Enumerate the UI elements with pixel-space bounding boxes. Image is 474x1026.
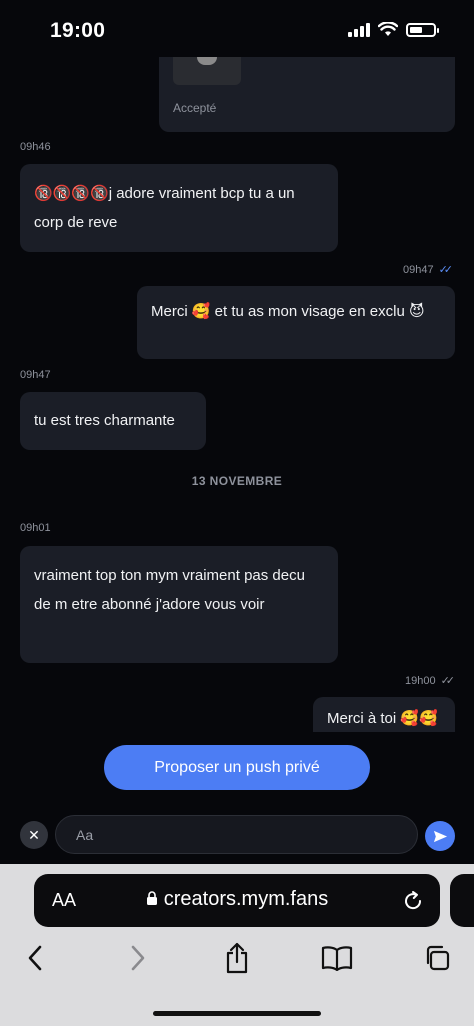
share-button[interactable] [219, 940, 255, 976]
message-time: 09h47 [20, 369, 51, 381]
book-icon [321, 946, 353, 971]
message-text: tu est tres charmante [34, 412, 175, 429]
message-text: vraiment top ton mym vraiment pas decu d… [34, 567, 305, 613]
message-text: Merci à toi 🥰🥰 [327, 710, 438, 727]
close-icon[interactable]: ✕ [20, 821, 48, 849]
message-bubble-sent[interactable]: Merci à toi 🥰🥰 [313, 697, 455, 732]
delivered-receipt-icon: ✓✓ [440, 675, 456, 687]
address-bar[interactable]: AA creators.mym.fans [34, 874, 440, 927]
url-text: creators.mym.fans [163, 888, 329, 910]
lock-icon [146, 891, 157, 905]
chevron-right-icon [131, 945, 145, 971]
message-text: Merci 🥰 et tu as mon visage en exclu 😈 [151, 303, 425, 320]
next-tab-preview[interactable] [450, 874, 474, 927]
send-icon [433, 830, 447, 842]
date-divider: 13 NOVEMBRE [191, 474, 283, 488]
tabs-icon [426, 945, 450, 971]
forward-button[interactable] [120, 940, 156, 976]
message-text: 🔞🔞🔞🔞j adore vraiment bcp tu a un corp de… [34, 185, 295, 231]
message-time: 19h00 [405, 674, 436, 687]
back-button[interactable] [17, 940, 53, 976]
message-bubble-received[interactable]: tu est tres charmante [20, 392, 206, 450]
message-time-sent: 19h00 ✓✓ [405, 674, 456, 688]
cellular-signal-icon [348, 22, 370, 37]
message-time: 09h46 [20, 141, 51, 153]
chevron-left-icon [28, 945, 42, 971]
message-bubble-sent[interactable]: Merci 🥰 et tu as mon visage en exclu 😈 [137, 286, 455, 359]
message-input[interactable] [55, 815, 418, 854]
wifi-icon [378, 22, 398, 36]
tabs-button[interactable] [419, 940, 455, 976]
accepted-label: Accepté [173, 101, 217, 115]
url-field[interactable]: creators.mym.fans [34, 888, 440, 911]
accepted-media-bubble[interactable]: Accepté [159, 57, 455, 132]
message-time: 09h47 [403, 263, 434, 276]
read-receipt-icon: ✓✓ [438, 264, 454, 276]
battery-icon [406, 22, 439, 37]
media-thumbnail[interactable] [173, 57, 241, 85]
propose-private-push-button[interactable]: Proposer un push privé [104, 745, 370, 790]
bookmarks-button[interactable] [319, 940, 355, 976]
reload-icon[interactable] [402, 890, 424, 912]
message-bubble-received[interactable]: vraiment top ton mym vraiment pas decu d… [20, 546, 338, 663]
share-icon [226, 942, 248, 974]
message-bubble-received[interactable]: 🔞🔞🔞🔞j adore vraiment bcp tu a un corp de… [20, 164, 338, 252]
message-time-sent: 09h47 ✓✓ [403, 263, 454, 277]
send-button[interactable] [425, 821, 455, 851]
status-time: 19:00 [50, 19, 106, 42]
status-icons [348, 22, 439, 37]
message-time: 09h01 [20, 522, 51, 534]
home-indicator [153, 1011, 321, 1016]
